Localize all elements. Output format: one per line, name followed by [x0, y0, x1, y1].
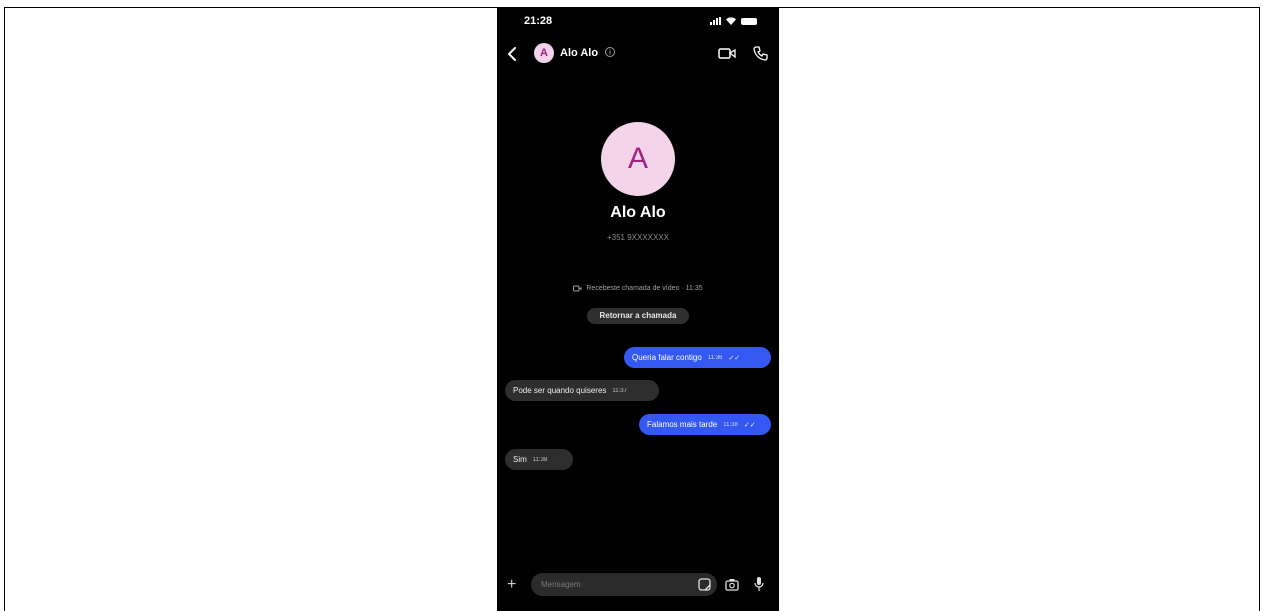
- missed-call-text: Recebeste chamada de vídeo · 11:35: [586, 285, 703, 292]
- message-text: Pode ser quando quiseres: [513, 386, 607, 395]
- phone-screen: 21:28 A Alo Alo A Alo Alo +351 9XXXXXXX …: [497, 8, 779, 611]
- plus-icon[interactable]: +: [507, 576, 516, 594]
- phone-icon[interactable]: [753, 45, 769, 61]
- status-icons: [710, 17, 757, 25]
- status-time: 21:28: [524, 15, 553, 27]
- message-bubble[interactable]: Falamos mais tarde 11:38 ✓✓: [639, 414, 771, 435]
- missed-video-call-icon: [573, 285, 582, 292]
- video-call-icon[interactable]: [718, 45, 736, 61]
- message-time: 11:38: [723, 421, 738, 428]
- message-text: Queria falar contigo: [632, 353, 702, 362]
- battery-icon: [741, 17, 757, 25]
- message-time: 11:36: [707, 354, 723, 361]
- message-time: 11:38: [532, 456, 548, 463]
- message-input[interactable]: [539, 579, 683, 590]
- header-contact-name[interactable]: Alo Alo: [560, 47, 598, 59]
- info-icon[interactable]: [604, 46, 616, 58]
- read-receipt-icon: ✓✓: [743, 421, 756, 429]
- message-text: Falamos mais tarde: [647, 420, 718, 429]
- wifi-icon: [726, 17, 736, 25]
- header-avatar[interactable]: A: [534, 43, 554, 63]
- profile-name: Alo Alo: [610, 204, 666, 221]
- message-time: 11:37: [612, 387, 627, 394]
- signal-icon: [710, 17, 721, 25]
- profile-subtitle: +351 9XXXXXXX: [606, 233, 670, 242]
- camera-icon[interactable]: [725, 578, 739, 591]
- message-text: Sim: [513, 455, 527, 464]
- mic-icon[interactable]: [754, 576, 764, 592]
- back-icon[interactable]: [503, 44, 523, 64]
- missed-call-notice: Recebeste chamada de vídeo · 11:35: [497, 285, 779, 292]
- message-composer[interactable]: [531, 573, 717, 596]
- message-bubble[interactable]: Sim 11:38: [505, 449, 573, 470]
- read-receipt-icon: ✓✓: [728, 354, 741, 362]
- sticker-icon[interactable]: [698, 578, 711, 591]
- message-bubble[interactable]: Pode ser quando quiseres 11:37: [505, 380, 659, 401]
- message-bubble[interactable]: Queria falar contigo 11:36 ✓✓: [624, 347, 771, 368]
- profile-avatar: A: [601, 122, 675, 196]
- callback-button[interactable]: Retornar a chamada: [587, 308, 689, 324]
